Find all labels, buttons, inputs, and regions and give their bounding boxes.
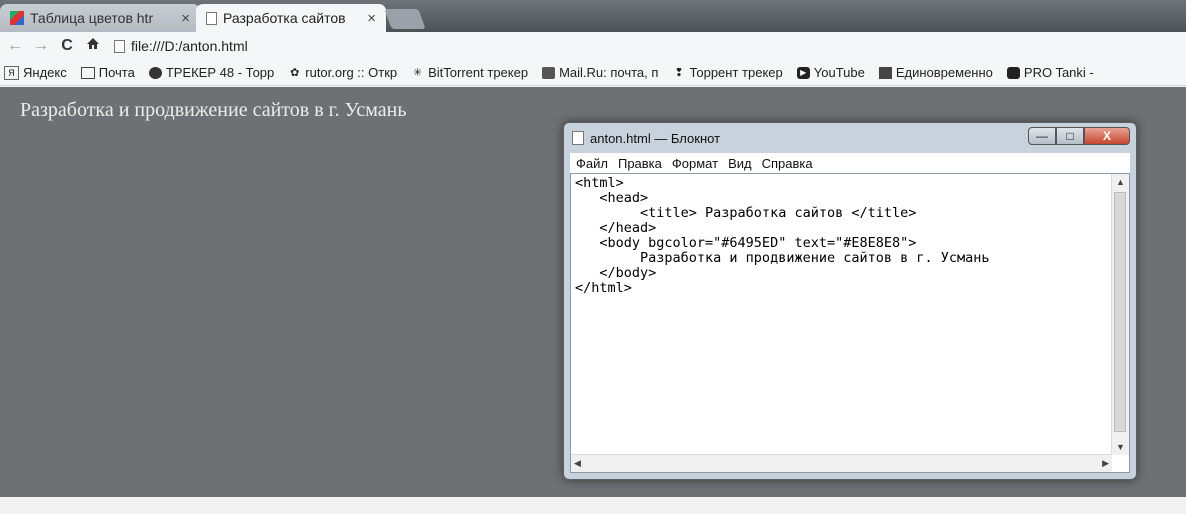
bittorrent-icon: ✳: [413, 66, 423, 79]
bookmark-pochta[interactable]: Почта: [80, 65, 135, 80]
bookmark-youtube[interactable]: ▶ YouTube: [796, 65, 865, 80]
color-palette-icon: [10, 11, 24, 25]
mailru-icon: [542, 66, 556, 79]
page-heading: Разработка и продвижение сайтов в г. Усм…: [20, 99, 407, 121]
notepad-title: anton.html — Блокнот: [590, 130, 721, 146]
forward-button[interactable]: →: [30, 37, 52, 55]
menu-help[interactable]: Справка: [762, 156, 813, 171]
window-controls: — □ X: [1028, 127, 1130, 145]
close-button[interactable]: X: [1084, 127, 1130, 145]
bookmark-tracker48[interactable]: ТРЕКЕР 48 - Торр: [148, 65, 275, 80]
bookmark-bittorrent[interactable]: ✳ BitTorrent трекер: [411, 65, 528, 80]
menu-format[interactable]: Формат: [672, 156, 718, 171]
back-button[interactable]: ←: [4, 37, 26, 55]
tab-color-table[interactable]: Таблица цветов htr ×: [0, 4, 200, 32]
document-icon: [206, 11, 217, 25]
reload-button[interactable]: C: [56, 37, 78, 55]
home-icon: [87, 38, 99, 49]
tab-close-button[interactable]: ×: [367, 10, 376, 27]
editor-text[interactable]: <html> <head> <title> Разработка сайтов …: [575, 176, 1109, 452]
rutor-icon: ✿: [290, 66, 300, 79]
scroll-up-icon[interactable]: ▲: [1116, 177, 1125, 187]
menu-file[interactable]: Файл: [576, 156, 608, 171]
bookmark-label: Яндекс: [23, 65, 67, 80]
address-text: file:///D:/anton.html: [131, 38, 248, 54]
bookmark-torrent[interactable]: ❢ Торрент трекер: [672, 65, 782, 80]
bookmark-mailru[interactable]: Mail.Ru: почта, п: [542, 65, 658, 80]
browser-toolbar: ← → C file:///D:/anton.html: [0, 32, 1186, 60]
home-button[interactable]: [82, 37, 104, 55]
tab-bar: Таблица цветов htr × Разработка сайтов ×: [0, 0, 1186, 32]
notepad-editor[interactable]: <html> <head> <title> Разработка сайтов …: [570, 173, 1130, 473]
protanki-icon: [1006, 66, 1020, 79]
tracker-icon: [148, 66, 162, 79]
tab-label: Таблица цветов htr: [30, 10, 154, 26]
tab-label: Разработка сайтов: [223, 10, 346, 26]
folder-icon: [80, 66, 95, 79]
bookmark-label: ТРЕКЕР 48 - Торр: [165, 65, 275, 80]
horizontal-scrollbar[interactable]: ◀ ▶: [571, 454, 1112, 472]
notepad-menubar: Файл Правка Формат Вид Справка: [570, 153, 1130, 173]
tab-site-development[interactable]: Разработка сайтов ×: [196, 4, 386, 32]
vertical-scroll-thumb[interactable]: [1114, 192, 1126, 432]
page-bottom: [0, 497, 1186, 514]
scroll-right-icon[interactable]: ▶: [1102, 458, 1109, 469]
bookmark-protanki[interactable]: PRO Tanki -: [1006, 65, 1094, 80]
minimize-button[interactable]: —: [1028, 127, 1056, 145]
bookmark-label: BitTorrent трекер: [428, 65, 529, 80]
yandex-icon: Я: [4, 65, 19, 80]
scroll-left-icon[interactable]: ◀: [574, 458, 581, 469]
vertical-scrollbar[interactable]: ▲ ▼: [1111, 174, 1129, 455]
address-bar[interactable]: file:///D:/anton.html: [114, 38, 248, 54]
tab-close-button[interactable]: ×: [181, 10, 190, 27]
menu-edit[interactable]: Правка: [618, 156, 662, 171]
torrent-icon: ❢: [674, 66, 684, 79]
bookmark-label: Единовременно: [895, 65, 993, 80]
youtube-icon: ▶: [796, 66, 810, 79]
scroll-down-icon[interactable]: ▼: [1116, 442, 1125, 452]
notepad-titlebar[interactable]: anton.html — Блокнот — □ X: [564, 123, 1136, 153]
new-tab-button[interactable]: [384, 9, 426, 29]
bookmark-label: rutor.org :: Откр: [305, 65, 398, 80]
bookmarks-bar: Я Яндекс Почта ТРЕКЕР 48 - Торр ✿ rutor.…: [0, 60, 1186, 86]
page-icon: [114, 39, 125, 53]
photo-icon: [878, 66, 892, 79]
bookmark-label: PRO Tanki -: [1023, 65, 1094, 80]
bookmark-label: Почта: [98, 65, 135, 80]
maximize-button[interactable]: □: [1056, 127, 1084, 145]
notepad-icon: [572, 131, 584, 145]
bookmark-yandex[interactable]: Я Яндекс: [4, 65, 67, 80]
menu-view[interactable]: Вид: [728, 156, 752, 171]
bookmark-label: YouTube: [813, 65, 865, 80]
notepad-window: anton.html — Блокнот — □ X Файл Правка Ф…: [563, 122, 1137, 480]
bookmark-label: Торрент трекер: [689, 65, 783, 80]
bookmark-edinovremenno[interactable]: Единовременно: [878, 65, 993, 80]
bookmark-rutor[interactable]: ✿ rutor.org :: Откр: [288, 65, 397, 80]
bookmark-label: Mail.Ru: почта, п: [559, 65, 659, 80]
